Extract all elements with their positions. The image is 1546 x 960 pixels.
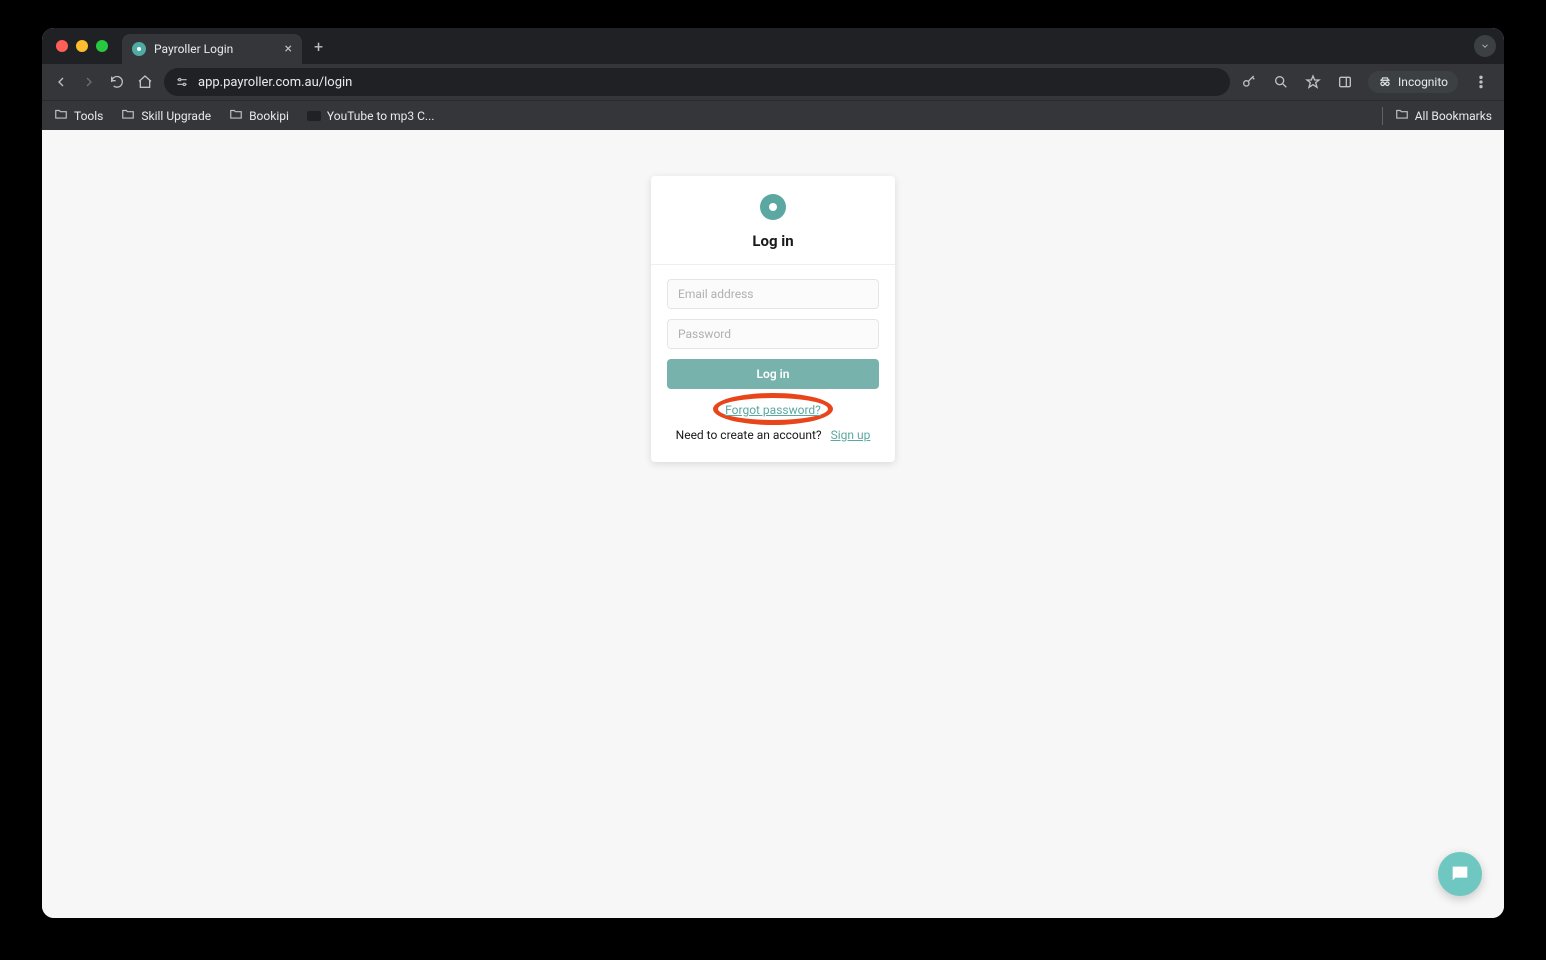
tab-favicon-icon bbox=[132, 42, 146, 56]
tab-list-button[interactable] bbox=[1474, 35, 1496, 57]
forgot-password-link[interactable]: Forgot password? bbox=[725, 403, 821, 417]
close-tab-button[interactable]: × bbox=[285, 41, 292, 57]
signup-link[interactable]: Sign up bbox=[831, 428, 871, 442]
side-panel-icon[interactable] bbox=[1336, 73, 1354, 91]
bookmark-bar: Tools Skill Upgrade Bookipi YouTube to m… bbox=[42, 100, 1504, 130]
bookmark-youtube-mp3[interactable]: YouTube to mp3 C... bbox=[307, 109, 435, 123]
home-button[interactable] bbox=[136, 73, 154, 91]
back-button[interactable] bbox=[52, 73, 70, 91]
browser-toolbar: app.payroller.com.au/login Incognito bbox=[42, 64, 1504, 100]
bookmark-star-icon[interactable] bbox=[1304, 73, 1322, 91]
login-title: Log in bbox=[667, 232, 879, 250]
bookmark-label: Skill Upgrade bbox=[141, 109, 211, 123]
browser-tab[interactable]: Payroller Login × bbox=[122, 34, 302, 64]
maximize-window-button[interactable] bbox=[96, 40, 108, 52]
browser-menu-button[interactable] bbox=[1472, 73, 1490, 91]
close-window-button[interactable] bbox=[56, 40, 68, 52]
forward-button[interactable] bbox=[80, 73, 98, 91]
bookmark-tools[interactable]: Tools bbox=[54, 107, 103, 124]
all-bookmarks-label: All Bookmarks bbox=[1415, 109, 1492, 123]
chat-widget-button[interactable] bbox=[1438, 852, 1482, 896]
new-tab-button[interactable]: + bbox=[314, 37, 323, 56]
folder-icon bbox=[1395, 107, 1409, 124]
all-bookmarks-button[interactable]: All Bookmarks bbox=[1395, 107, 1492, 124]
minimize-window-button[interactable] bbox=[76, 40, 88, 52]
email-input[interactable] bbox=[667, 279, 879, 309]
folder-icon bbox=[229, 107, 243, 124]
bookmark-skill-upgrade[interactable]: Skill Upgrade bbox=[121, 107, 211, 124]
url-text: app.payroller.com.au/login bbox=[198, 75, 352, 90]
zoom-icon[interactable] bbox=[1272, 73, 1290, 91]
site-settings-icon[interactable] bbox=[174, 74, 190, 90]
reload-button[interactable] bbox=[108, 73, 126, 91]
password-key-icon[interactable] bbox=[1240, 73, 1258, 91]
divider bbox=[1382, 107, 1383, 125]
youtube-icon bbox=[307, 111, 321, 121]
incognito-label: Incognito bbox=[1398, 75, 1448, 89]
bookmark-label: Tools bbox=[74, 109, 103, 123]
bookmark-label: YouTube to mp3 C... bbox=[327, 109, 435, 123]
divider bbox=[651, 264, 895, 265]
tab-title: Payroller Login bbox=[154, 42, 233, 56]
folder-icon bbox=[121, 107, 135, 124]
need-account-label: Need to create an account? bbox=[676, 428, 822, 442]
page-content: Log in Log in Forgot password? Need to c… bbox=[42, 130, 1504, 918]
bookmark-label: Bookipi bbox=[249, 109, 289, 123]
login-button[interactable]: Log in bbox=[667, 359, 879, 389]
signup-row: Need to create an account? Sign up bbox=[667, 428, 879, 442]
browser-window: Payroller Login × + app.payroller.com.au bbox=[42, 28, 1504, 918]
app-logo-icon bbox=[760, 194, 786, 220]
bookmark-bookipi[interactable]: Bookipi bbox=[229, 107, 289, 124]
folder-icon bbox=[54, 107, 68, 124]
window-controls bbox=[56, 40, 108, 52]
tab-strip: Payroller Login × + bbox=[42, 28, 1504, 64]
address-bar[interactable]: app.payroller.com.au/login bbox=[164, 68, 1230, 96]
incognito-indicator[interactable]: Incognito bbox=[1368, 71, 1458, 93]
password-input[interactable] bbox=[667, 319, 879, 349]
login-card: Log in Log in Forgot password? Need to c… bbox=[651, 176, 895, 462]
